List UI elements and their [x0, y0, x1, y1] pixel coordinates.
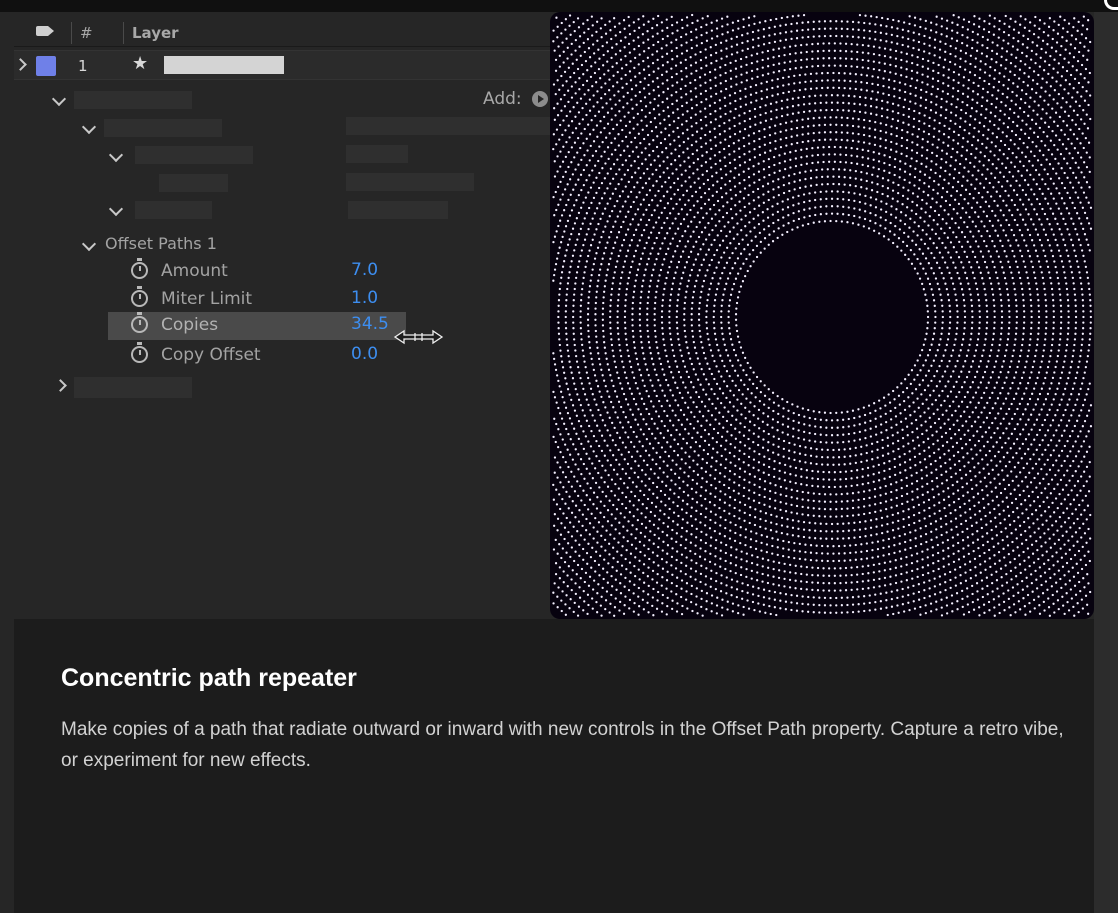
- redacted-label: [74, 91, 192, 109]
- card-description: Make copies of a path that radiate outwa…: [61, 719, 1064, 771]
- column-layer[interactable]: Layer: [132, 24, 179, 42]
- shape-layer-star-icon: ★: [132, 53, 149, 74]
- right-edge-strip: [1094, 12, 1118, 913]
- collapse-arrow-icon[interactable]: [81, 119, 97, 135]
- offset-paths-group-label[interactable]: Offset Paths 1: [105, 234, 217, 253]
- layer-row[interactable]: 1 ★: [14, 50, 554, 80]
- label-tag-icon[interactable]: [36, 26, 54, 36]
- collapse-arrow-icon[interactable]: [51, 91, 67, 107]
- layer-name-redacted[interactable]: [164, 56, 284, 74]
- layer-panel-header: # Layer: [14, 12, 554, 47]
- property-name: Miter Limit: [161, 289, 253, 309]
- redacted-value: [346, 145, 408, 163]
- collapse-arrow-icon[interactable]: [108, 201, 124, 217]
- redacted-label: [159, 174, 228, 192]
- header-divider: [71, 22, 72, 44]
- property-value[interactable]: 0.0: [351, 344, 378, 364]
- column-number[interactable]: #: [80, 24, 93, 42]
- feature-media: # Layer 1 ★ Add: Offset Paths 1 Amount 7…: [14, 12, 1094, 619]
- property-value[interactable]: 34.5: [351, 314, 389, 334]
- property-row-copies[interactable]: Copies 34.5: [108, 312, 406, 340]
- stopwatch-icon[interactable]: [131, 312, 148, 333]
- redacted-value: [346, 173, 474, 191]
- card-title: Concentric path repeater: [61, 664, 357, 692]
- stopwatch-icon[interactable]: [131, 258, 148, 279]
- redacted-label: [135, 201, 212, 219]
- collapse-arrow-icon[interactable]: [81, 236, 97, 252]
- property-value[interactable]: 7.0: [351, 260, 378, 280]
- add-menu-icon[interactable]: [532, 91, 548, 107]
- header-divider: [123, 22, 124, 44]
- concentric-dots-preview: [550, 12, 1094, 619]
- left-edge-strip: [0, 12, 14, 913]
- scrub-cursor-icon: [394, 329, 444, 345]
- layer-color-swatch[interactable]: [36, 56, 56, 76]
- stopwatch-icon[interactable]: [131, 286, 148, 307]
- window-top-strip: [0, 0, 1118, 12]
- redacted-value: [348, 201, 448, 219]
- redacted-value: [346, 117, 550, 135]
- stopwatch-icon[interactable]: [131, 342, 148, 363]
- feature-card: # Layer 1 ★ Add: Offset Paths 1 Amount 7…: [14, 12, 1094, 913]
- property-name: Copy Offset: [161, 345, 261, 365]
- redacted-label: [135, 146, 253, 164]
- redacted-label: [104, 119, 222, 137]
- redacted-label: [74, 377, 192, 398]
- property-name: Copies: [161, 315, 219, 335]
- property-value[interactable]: 1.0: [351, 288, 378, 308]
- expand-arrow-icon[interactable]: [54, 379, 67, 392]
- layer-index: 1: [78, 57, 88, 75]
- property-row-copy-offset[interactable]: Copy Offset 0.0: [108, 342, 406, 370]
- expand-arrow-icon[interactable]: [14, 58, 27, 71]
- collapse-arrow-icon[interactable]: [108, 147, 124, 163]
- property-row-miter-limit[interactable]: Miter Limit 1.0: [108, 286, 406, 314]
- property-row-amount[interactable]: Amount 7.0: [108, 258, 406, 286]
- property-name: Amount: [161, 261, 228, 281]
- add-label: Add:: [483, 89, 522, 109]
